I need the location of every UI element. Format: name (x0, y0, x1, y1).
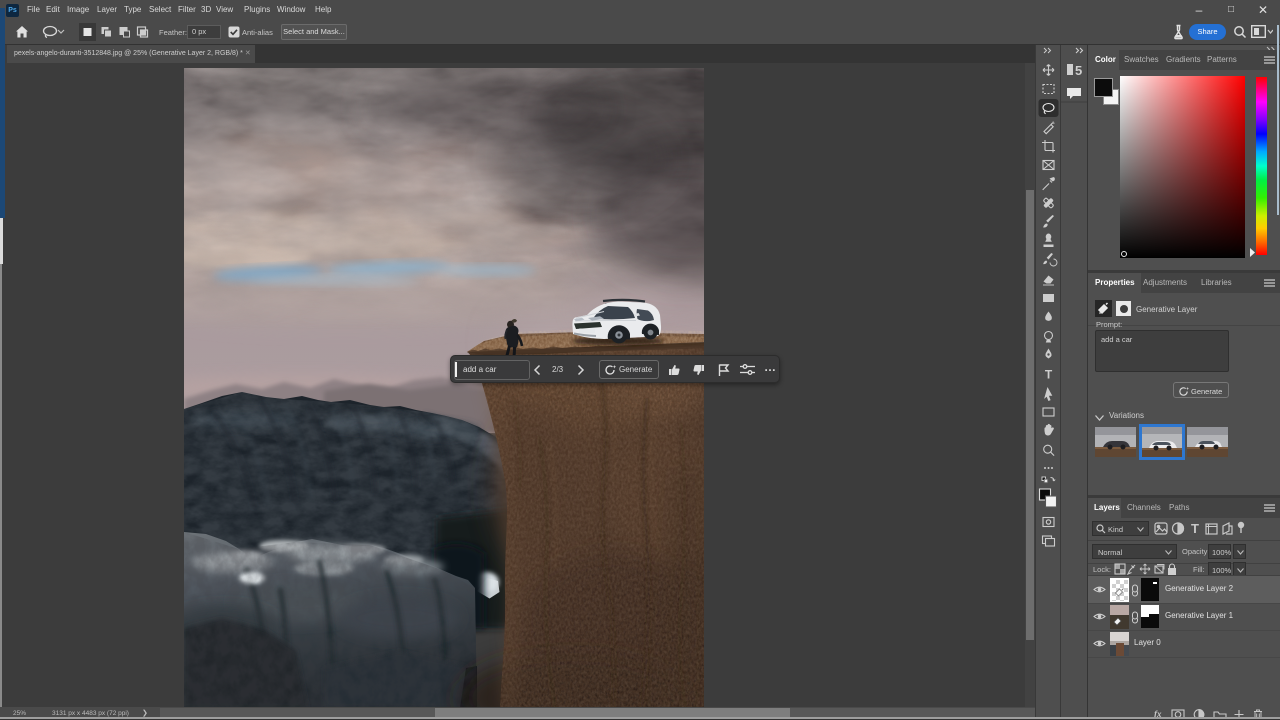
svg-text:T: T (1045, 368, 1053, 382)
svg-text:5: 5 (1075, 63, 1082, 78)
svg-text:T: T (1191, 521, 1199, 536)
